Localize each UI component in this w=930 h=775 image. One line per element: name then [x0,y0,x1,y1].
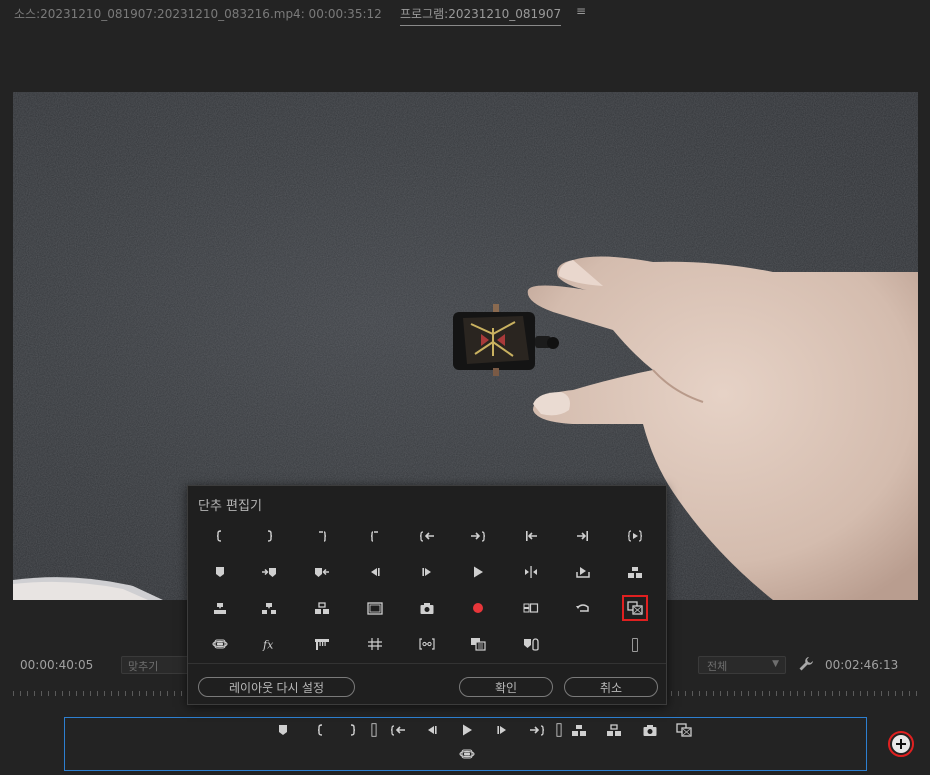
step-forward-icon[interactable] [415,561,439,583]
mark-in-icon[interactable] [208,525,232,547]
tab-source-monitor[interactable]: 소스:20231210_081907:20231210_083216.mp4: … [14,5,382,22]
clear-out-icon[interactable] [363,525,387,547]
lift-icon[interactable] [623,561,647,583]
duration-timecode: 00:02:46:13 [825,658,899,672]
button-editor-button[interactable] [888,731,914,757]
go-to-out-icon [529,722,545,741]
play-icon[interactable] [466,561,490,583]
transmit-icon[interactable] [310,633,334,655]
transport-lift-button[interactable] [570,723,588,739]
loop-icon[interactable] [571,597,595,619]
camera-icon [642,722,658,741]
dialog-divider [188,663,666,664]
button-editor-dialog: 단추 편집기 레이아웃 다시 설정 확인 취소 fx [187,485,667,705]
transport-spacer-button[interactable] [365,721,383,741]
lift-icon [571,722,587,741]
multi-camera-icon[interactable] [519,597,543,619]
panel-menu-icon[interactable]: ≡ [576,4,586,18]
mark-in-icon [313,722,329,741]
extract-icon[interactable] [310,597,334,619]
svg-text:fx: fx [262,639,274,652]
go-to-in-point-icon[interactable] [519,525,543,547]
transport-camera-button[interactable] [641,723,659,739]
add-marker-icon [275,722,291,741]
tab-bar: 소스:20231210_081907:20231210_083216.mp4: … [0,0,930,28]
toggle-proxies-icon[interactable] [466,633,490,655]
add-marker-icon[interactable] [208,561,232,583]
resolution-label: 전체 [707,660,728,673]
transport-step-forward-button[interactable] [493,723,511,739]
playback-resolution-select[interactable]: 전체 ▼ [698,656,786,674]
mark-out-icon [344,722,360,741]
step-back-icon [424,722,440,741]
trim-icon[interactable] [415,633,439,655]
clear-in-icon[interactable] [310,525,334,547]
play-icon [459,722,475,741]
go-to-in-icon [390,722,406,741]
transport-controls-bar [64,717,867,771]
transport-spacer-button[interactable] [550,721,568,741]
settings-wrench-icon[interactable] [798,656,814,672]
extract-icon [606,722,622,741]
go-to-next-marker-icon[interactable] [257,561,281,583]
transport-step-back-button[interactable] [423,723,441,739]
grid-icon[interactable] [363,633,387,655]
clear-marker-icon[interactable] [519,633,543,655]
transport-mark-out-button[interactable] [343,723,361,739]
dialog-title: 단추 편집기 [198,499,262,514]
go-to-in-icon[interactable] [415,525,439,547]
spacer-icon [366,722,382,741]
spacer-icon[interactable] [623,633,647,657]
plus-icon [892,735,910,753]
go-to-out-icon[interactable] [466,525,490,547]
chevron-down-icon: ▼ [772,659,779,669]
transport-go-to-out-button[interactable] [528,723,546,739]
record-icon[interactable] [466,597,490,619]
transport-add-marker-button[interactable] [274,723,292,739]
go-to-out-point-icon[interactable] [571,525,595,547]
go-to-prev-marker-icon[interactable] [310,561,334,583]
export-frame-icon[interactable] [571,561,595,583]
comparison-view-icon[interactable] [622,595,648,621]
insert-icon[interactable] [257,597,281,619]
tab-program-monitor[interactable]: 프로그램:20231210_081907 [400,5,562,26]
ok-button[interactable]: 확인 [459,677,553,697]
overwrite-icon[interactable] [208,597,232,619]
transport-play-button[interactable] [458,723,476,739]
mark-out-icon[interactable] [257,525,281,547]
transport-vr-video-button[interactable] [458,747,476,763]
transport-go-to-in-button[interactable] [389,723,407,739]
comparison-view-icon [676,722,692,741]
fx-icon[interactable]: fx [257,633,281,655]
reset-layout-button[interactable]: 레이아웃 다시 설정 [198,677,355,697]
cancel-button[interactable]: 취소 [564,677,658,697]
play-in-to-out-icon[interactable] [623,525,647,547]
transport-comparison-view-button[interactable] [675,722,693,741]
zoom-fit-select[interactable]: 맞추기 [121,656,191,674]
current-timecode[interactable]: 00:00:40:05 [20,658,93,672]
spacer-icon [551,722,567,741]
transport-mark-in-button[interactable] [312,723,330,739]
vr-video-icon [459,746,475,765]
step-back-icon[interactable] [363,561,387,583]
play-around-icon[interactable] [519,561,543,583]
transport-extract-button[interactable] [605,723,623,739]
vr-video-icon[interactable] [208,633,232,655]
safe-margins-icon[interactable] [363,597,387,619]
step-forward-icon [494,722,510,741]
camera-icon[interactable] [415,597,439,619]
